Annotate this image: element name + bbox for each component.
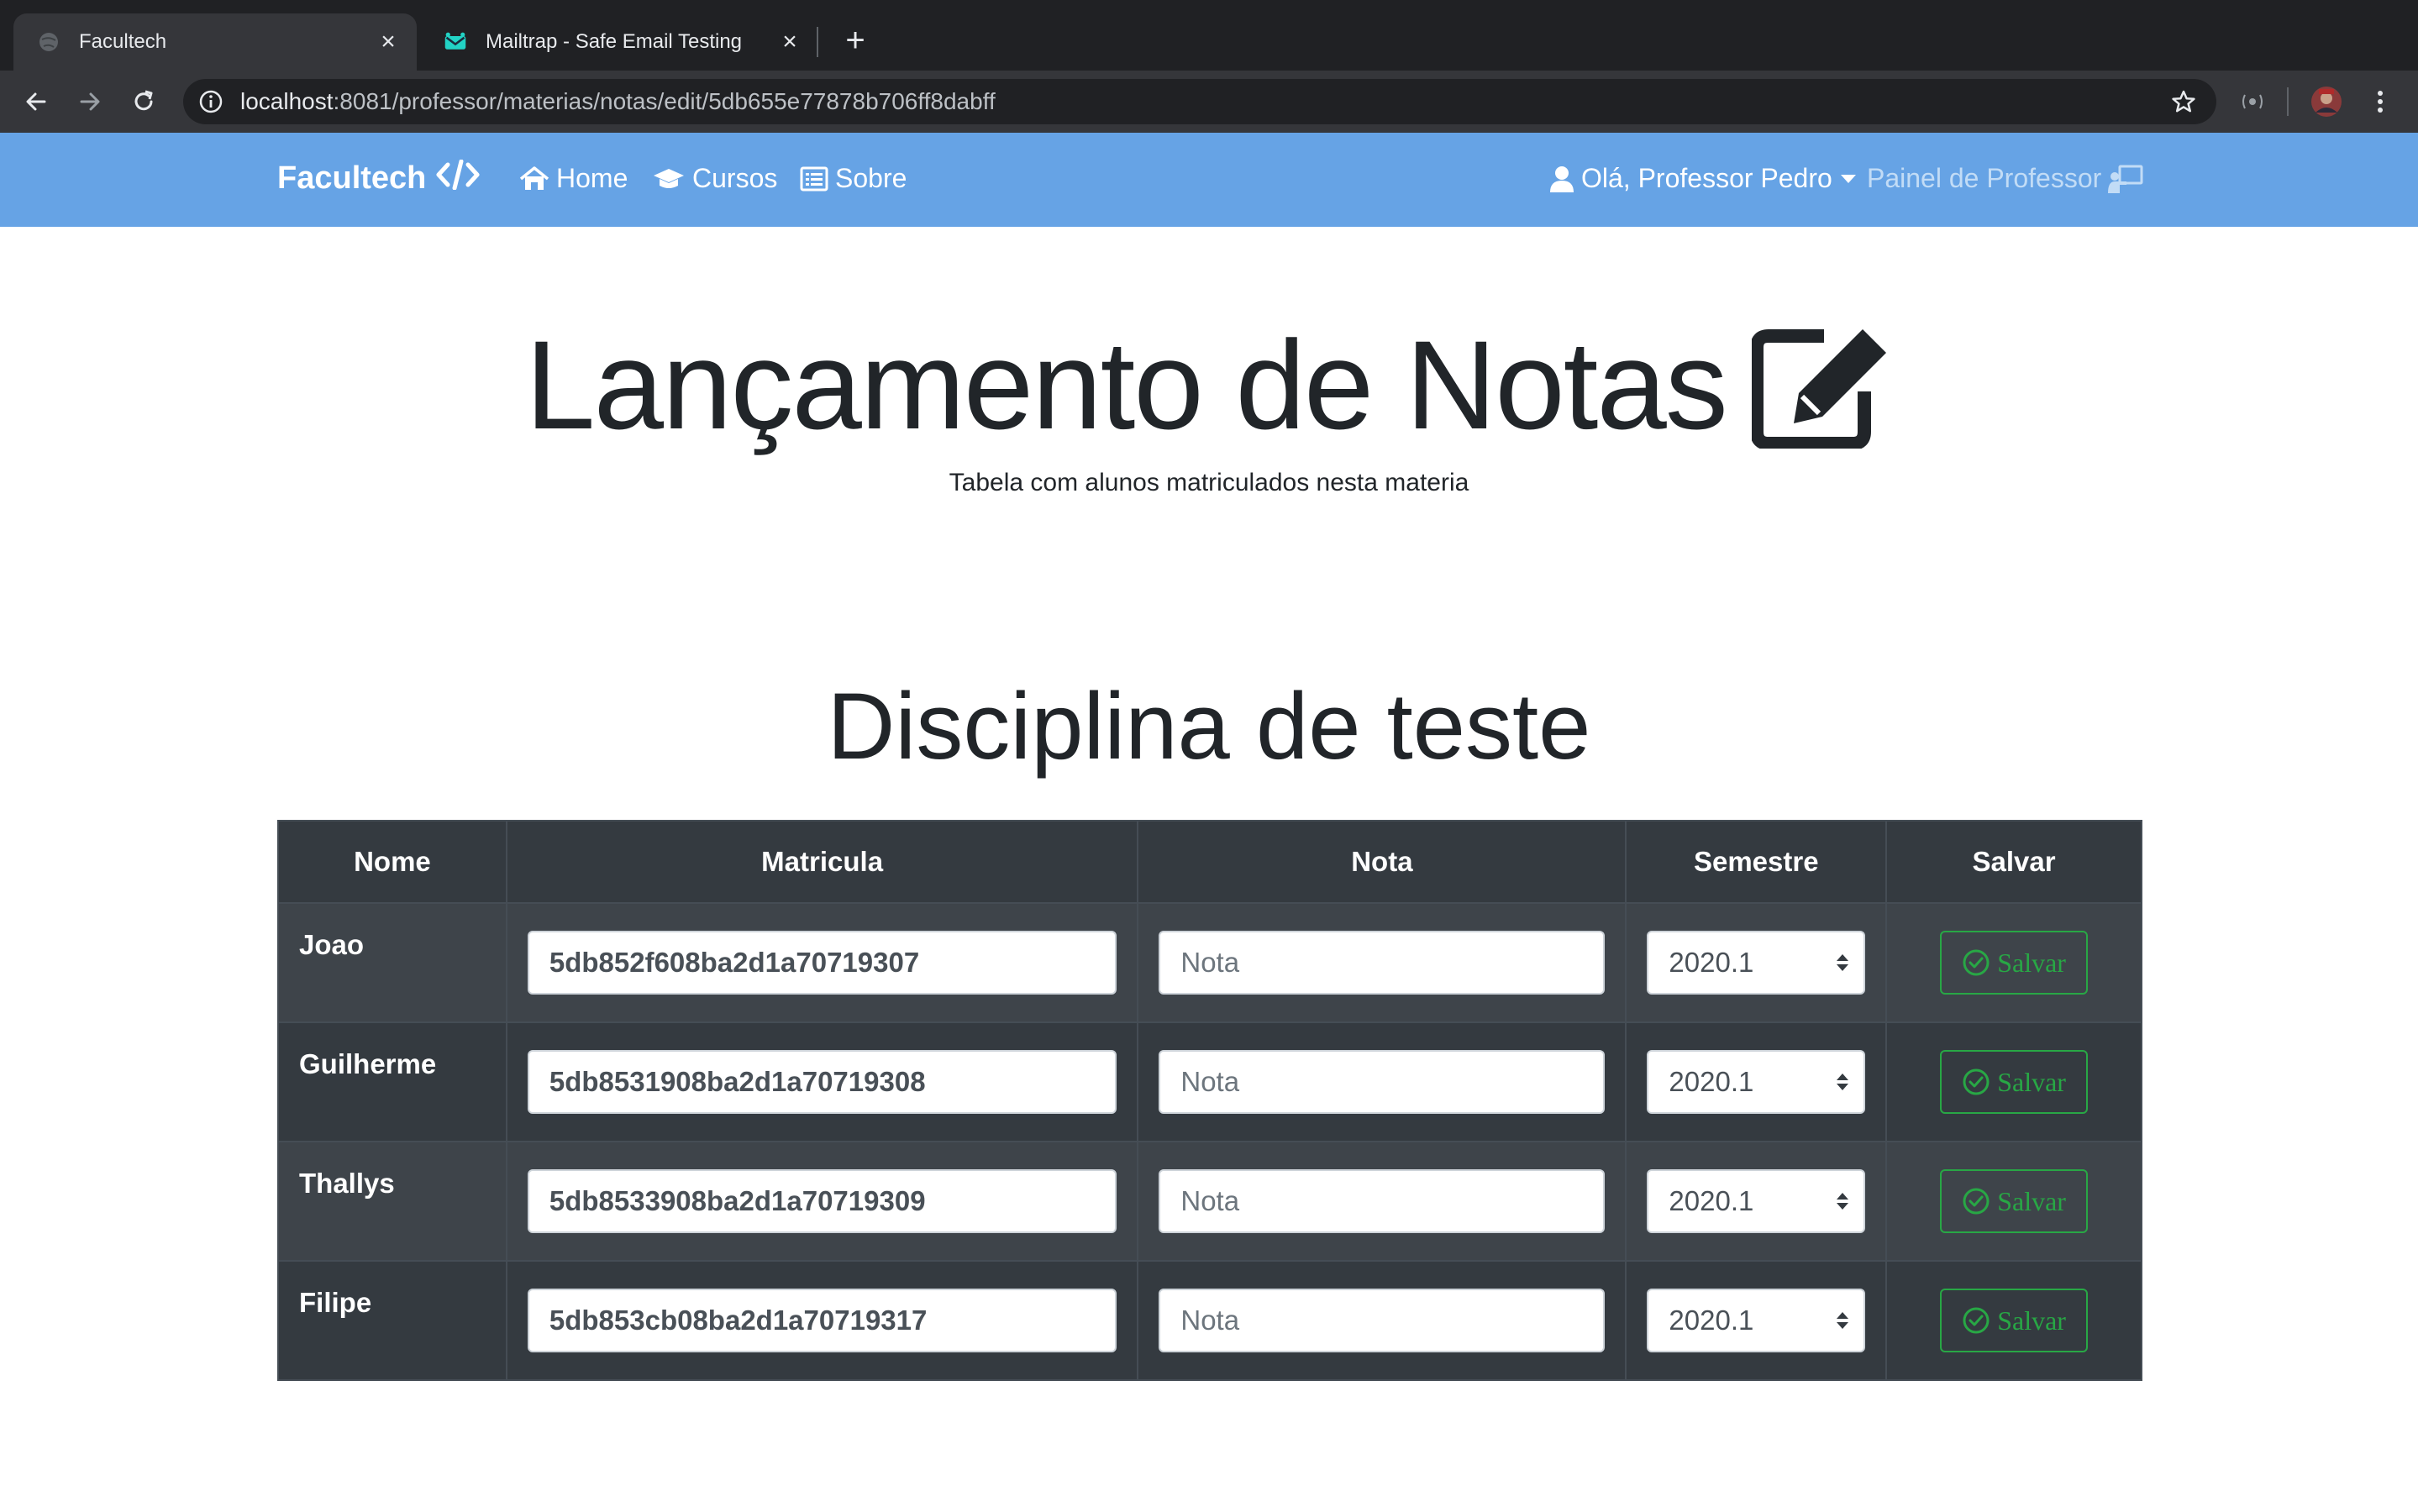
save-button[interactable]: Salvar bbox=[1940, 1050, 2088, 1114]
chevron-down-icon bbox=[1840, 174, 1856, 183]
student-name: Joao bbox=[277, 902, 507, 1023]
browser-tab-strip: Facultech × Mailtrap - Safe Email Testin… bbox=[0, 0, 2418, 71]
select-arrows-icon bbox=[1837, 1074, 1849, 1090]
student-name: Thallys bbox=[277, 1141, 507, 1262]
home-icon bbox=[519, 165, 549, 190]
save-label: Salvar bbox=[1997, 1185, 2066, 1216]
globe-icon bbox=[37, 30, 60, 54]
nav-home[interactable]: Home bbox=[519, 163, 628, 194]
semestre-value: 2020.1 bbox=[1669, 1066, 1754, 1097]
tab-title: Mailtrap - Safe Email Testing bbox=[486, 30, 743, 53]
save-label: Salvar bbox=[1997, 1066, 2066, 1097]
nav-sobre-label: Sobre bbox=[835, 163, 907, 193]
app-navbar: Facultech Home Cursos Sobre Olá, Profess… bbox=[0, 133, 2418, 227]
matricula-field[interactable]: 5db853cb08ba2d1a70719317 bbox=[527, 1289, 1117, 1352]
close-tab-icon[interactable]: × bbox=[773, 25, 807, 59]
header-matricula: Matricula bbox=[505, 820, 1139, 904]
chalkboard-teacher-icon bbox=[2108, 165, 2143, 193]
table-row: Joao 5db852f608ba2d1a70719307 Nota 2020.… bbox=[277, 902, 2142, 1023]
nota-input[interactable]: Nota bbox=[1159, 1050, 1606, 1114]
student-name: Guilherme bbox=[277, 1021, 507, 1142]
header-semestre: Semestre bbox=[1625, 820, 1888, 904]
semestre-select[interactable]: 2020.1 bbox=[1647, 1169, 1866, 1233]
page-subtitle: Tabela com alunos matriculados nesta mat… bbox=[949, 469, 1469, 496]
grades-table: Nome Matricula Nota Semestre Salvar Joao… bbox=[277, 820, 2142, 1381]
semestre-select[interactable]: 2020.1 bbox=[1647, 931, 1866, 995]
nav-sobre[interactable]: Sobre bbox=[800, 163, 907, 194]
brand-link[interactable]: Facultech bbox=[277, 159, 480, 197]
url-text: localhost:8081/professor/materias/notas/… bbox=[240, 88, 996, 115]
url-host: localhost bbox=[240, 88, 334, 114]
brand-text: Facultech bbox=[277, 160, 427, 196]
address-bar[interactable]: localhost:8081/professor/materias/notas/… bbox=[183, 79, 2216, 124]
table-header-row: Nome Matricula Nota Semestre Salvar bbox=[277, 820, 2142, 904]
nota-input[interactable]: Nota bbox=[1159, 1289, 1606, 1352]
page-title: Lançamento de Notas bbox=[0, 312, 2418, 458]
forward-icon[interactable] bbox=[71, 82, 109, 121]
semestre-value: 2020.1 bbox=[1669, 1305, 1754, 1336]
toolbar-divider bbox=[2287, 87, 2289, 116]
header-nota: Nota bbox=[1137, 820, 1627, 904]
browser-menu-icon[interactable] bbox=[2368, 87, 2393, 116]
code-icon bbox=[436, 159, 480, 197]
check-circle-icon bbox=[1963, 1188, 1990, 1215]
select-arrows-icon bbox=[1837, 1312, 1849, 1329]
profile-avatar-icon[interactable] bbox=[2310, 87, 2342, 117]
header-nome: Nome bbox=[277, 820, 507, 904]
extension-icon[interactable] bbox=[2238, 87, 2267, 116]
semestre-value: 2020.1 bbox=[1669, 1185, 1754, 1216]
tab-facultech[interactable]: Facultech × bbox=[13, 13, 417, 71]
save-button[interactable]: Salvar bbox=[1940, 1169, 2088, 1233]
select-arrows-icon bbox=[1837, 1193, 1849, 1210]
url-path: :8081/professor/materias/notas/edit/5db6… bbox=[333, 88, 996, 114]
check-circle-icon bbox=[1963, 1068, 1990, 1095]
matricula-field[interactable]: 5db8531908ba2d1a70719308 bbox=[527, 1050, 1117, 1114]
new-tab-icon[interactable]: + bbox=[837, 22, 874, 59]
save-button[interactable]: Salvar bbox=[1940, 1289, 2088, 1352]
select-arrows-icon bbox=[1837, 954, 1849, 971]
nav-cursos[interactable]: Cursos bbox=[652, 163, 777, 194]
save-label: Salvar bbox=[1997, 1305, 2066, 1336]
check-circle-icon bbox=[1963, 949, 1990, 976]
table-row: Filipe 5db853cb08ba2d1a70719317 Nota 202… bbox=[277, 1260, 2142, 1381]
matricula-field[interactable]: 5db852f608ba2d1a70719307 bbox=[527, 931, 1117, 995]
check-circle-icon bbox=[1963, 1307, 1990, 1334]
discipline-title: Disciplina de teste bbox=[827, 674, 1591, 779]
user-dropdown[interactable]: Olá, Professor Pedro bbox=[1549, 163, 1856, 194]
back-icon[interactable] bbox=[17, 82, 55, 121]
user-icon bbox=[1550, 165, 1574, 192]
nav-cursos-label: Cursos bbox=[692, 163, 778, 193]
table-row: Guilherme 5db8531908ba2d1a70719308 Nota … bbox=[277, 1021, 2142, 1142]
user-greeting: Olá, Professor Pedro bbox=[1581, 163, 1832, 193]
semestre-select[interactable]: 2020.1 bbox=[1647, 1289, 1866, 1352]
nav-home-label: Home bbox=[556, 163, 628, 193]
student-name: Filipe bbox=[277, 1260, 507, 1381]
tab-mailtrap[interactable]: Mailtrap - Safe Email Testing × bbox=[420, 13, 818, 71]
matricula-field[interactable]: 5db8533908ba2d1a70719309 bbox=[527, 1169, 1117, 1233]
page-heading: Lançamento de Notas bbox=[525, 314, 1728, 455]
graduation-cap-icon bbox=[654, 168, 684, 188]
header-salvar: Salvar bbox=[1885, 820, 2142, 904]
tab-title: Facultech bbox=[79, 30, 167, 53]
nota-input[interactable]: Nota bbox=[1159, 931, 1606, 995]
browser-toolbar: localhost:8081/professor/materias/notas/… bbox=[0, 71, 2418, 133]
semestre-select[interactable]: 2020.1 bbox=[1647, 1050, 1866, 1114]
painel-label: Painel de Professor bbox=[1867, 163, 2102, 193]
list-alt-icon bbox=[800, 166, 828, 191]
bookmark-star-icon[interactable] bbox=[2171, 89, 2196, 114]
save-button[interactable]: Salvar bbox=[1940, 931, 2088, 995]
semestre-value: 2020.1 bbox=[1669, 947, 1754, 978]
tab-separator bbox=[817, 27, 818, 57]
reload-icon[interactable] bbox=[124, 82, 163, 121]
mailtrap-icon bbox=[444, 30, 467, 54]
info-icon[interactable] bbox=[198, 89, 223, 114]
save-label: Salvar bbox=[1997, 947, 2066, 978]
close-tab-icon[interactable]: × bbox=[371, 25, 405, 59]
edit-icon bbox=[1749, 324, 1893, 453]
painel-professor-link[interactable]: Painel de Professor bbox=[1867, 163, 2143, 194]
nota-input[interactable]: Nota bbox=[1159, 1169, 1606, 1233]
table-row: Thallys 5db8533908ba2d1a70719309 Nota 20… bbox=[277, 1141, 2142, 1262]
